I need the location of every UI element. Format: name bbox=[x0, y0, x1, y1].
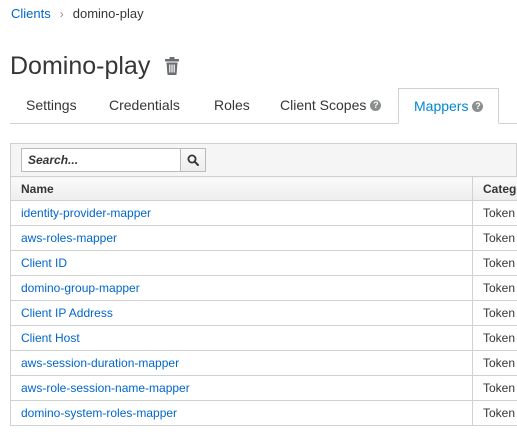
mapper-name-link[interactable]: aws-roles-mapper bbox=[10, 225, 473, 251]
mapper-name-link[interactable]: Client Host bbox=[10, 325, 473, 351]
mappers-help-icon[interactable]: ? bbox=[472, 100, 484, 112]
mapper-category: Token mapper bbox=[472, 400, 517, 426]
tab-client-scopes[interactable]: Client Scopes ? bbox=[280, 88, 382, 123]
client-scopes-help-icon[interactable]: ? bbox=[370, 100, 382, 111]
search-input[interactable] bbox=[21, 148, 181, 172]
table-toolbar bbox=[10, 143, 517, 176]
mapper-name-link[interactable]: Client ID bbox=[10, 250, 473, 276]
mappers-table: Name Category identity-provider-mapper T… bbox=[10, 176, 517, 426]
table-header-row: Name Category bbox=[10, 176, 517, 201]
table-row: Client Host Token mapper bbox=[10, 325, 517, 351]
mapper-name-link[interactable]: domino-group-mapper bbox=[10, 275, 473, 301]
mapper-category: Token mapper bbox=[472, 225, 517, 251]
mapper-category: Token mapper bbox=[472, 200, 517, 226]
tab-credentials-label: Credentials bbox=[109, 97, 180, 113]
tab-mappers-label: Mappers bbox=[414, 97, 469, 114]
mapper-name-link[interactable]: identity-provider-mapper bbox=[10, 200, 473, 226]
tab-bar: Settings Credentials Roles Client Scopes… bbox=[10, 88, 517, 124]
tab-settings[interactable]: Settings bbox=[26, 88, 77, 123]
mapper-name-link[interactable]: Client IP Address bbox=[10, 300, 473, 326]
trash-icon[interactable] bbox=[164, 57, 180, 75]
tab-credentials[interactable]: Credentials bbox=[109, 88, 180, 123]
mapper-name-link[interactable]: domino-system-roles-mapper bbox=[10, 400, 473, 426]
title-row: Domino-play bbox=[10, 50, 180, 82]
mapper-category: Token mapper bbox=[472, 375, 517, 401]
table-row: identity-provider-mapper Token mapper bbox=[10, 200, 517, 226]
tab-mappers[interactable]: Mappers ? bbox=[398, 88, 500, 124]
table-row: domino-system-roles-mapper Token mapper bbox=[10, 400, 517, 426]
table-row: aws-role-session-name-mapper Token mappe… bbox=[10, 375, 517, 401]
mapper-category: Token mapper bbox=[472, 325, 517, 351]
tab-roles[interactable]: Roles bbox=[214, 88, 250, 123]
table-row: Client ID Token mapper bbox=[10, 250, 517, 276]
mapper-category: Token mapper bbox=[472, 275, 517, 301]
table-row: domino-group-mapper Token mapper bbox=[10, 275, 517, 301]
tab-client-scopes-label: Client Scopes bbox=[280, 97, 367, 113]
column-header-name[interactable]: Name bbox=[10, 176, 473, 201]
mapper-name-link[interactable]: aws-session-duration-mapper bbox=[10, 350, 473, 376]
search-icon bbox=[187, 154, 199, 166]
column-header-category[interactable]: Category bbox=[472, 176, 517, 201]
table-row: aws-roles-mapper Token mapper bbox=[10, 225, 517, 251]
breadcrumb-clients-link[interactable]: Clients bbox=[11, 6, 51, 22]
breadcrumb-separator: › bbox=[59, 7, 64, 21]
tab-settings-label: Settings bbox=[26, 97, 77, 113]
breadcrumb: Clients › domino-play bbox=[11, 6, 144, 22]
table-row: Client IP Address Token mapper bbox=[10, 300, 517, 326]
tab-roles-label: Roles bbox=[214, 97, 250, 113]
mapper-name-link[interactable]: aws-role-session-name-mapper bbox=[10, 375, 473, 401]
search-button[interactable] bbox=[180, 148, 206, 172]
breadcrumb-current: domino-play bbox=[72, 6, 144, 21]
mapper-category: Token mapper bbox=[472, 350, 517, 376]
page-title: Domino-play bbox=[10, 52, 151, 80]
mapper-category: Token mapper bbox=[472, 300, 517, 326]
mapper-category: Token mapper bbox=[472, 250, 517, 276]
table-row: aws-session-duration-mapper Token mapper bbox=[10, 350, 517, 376]
